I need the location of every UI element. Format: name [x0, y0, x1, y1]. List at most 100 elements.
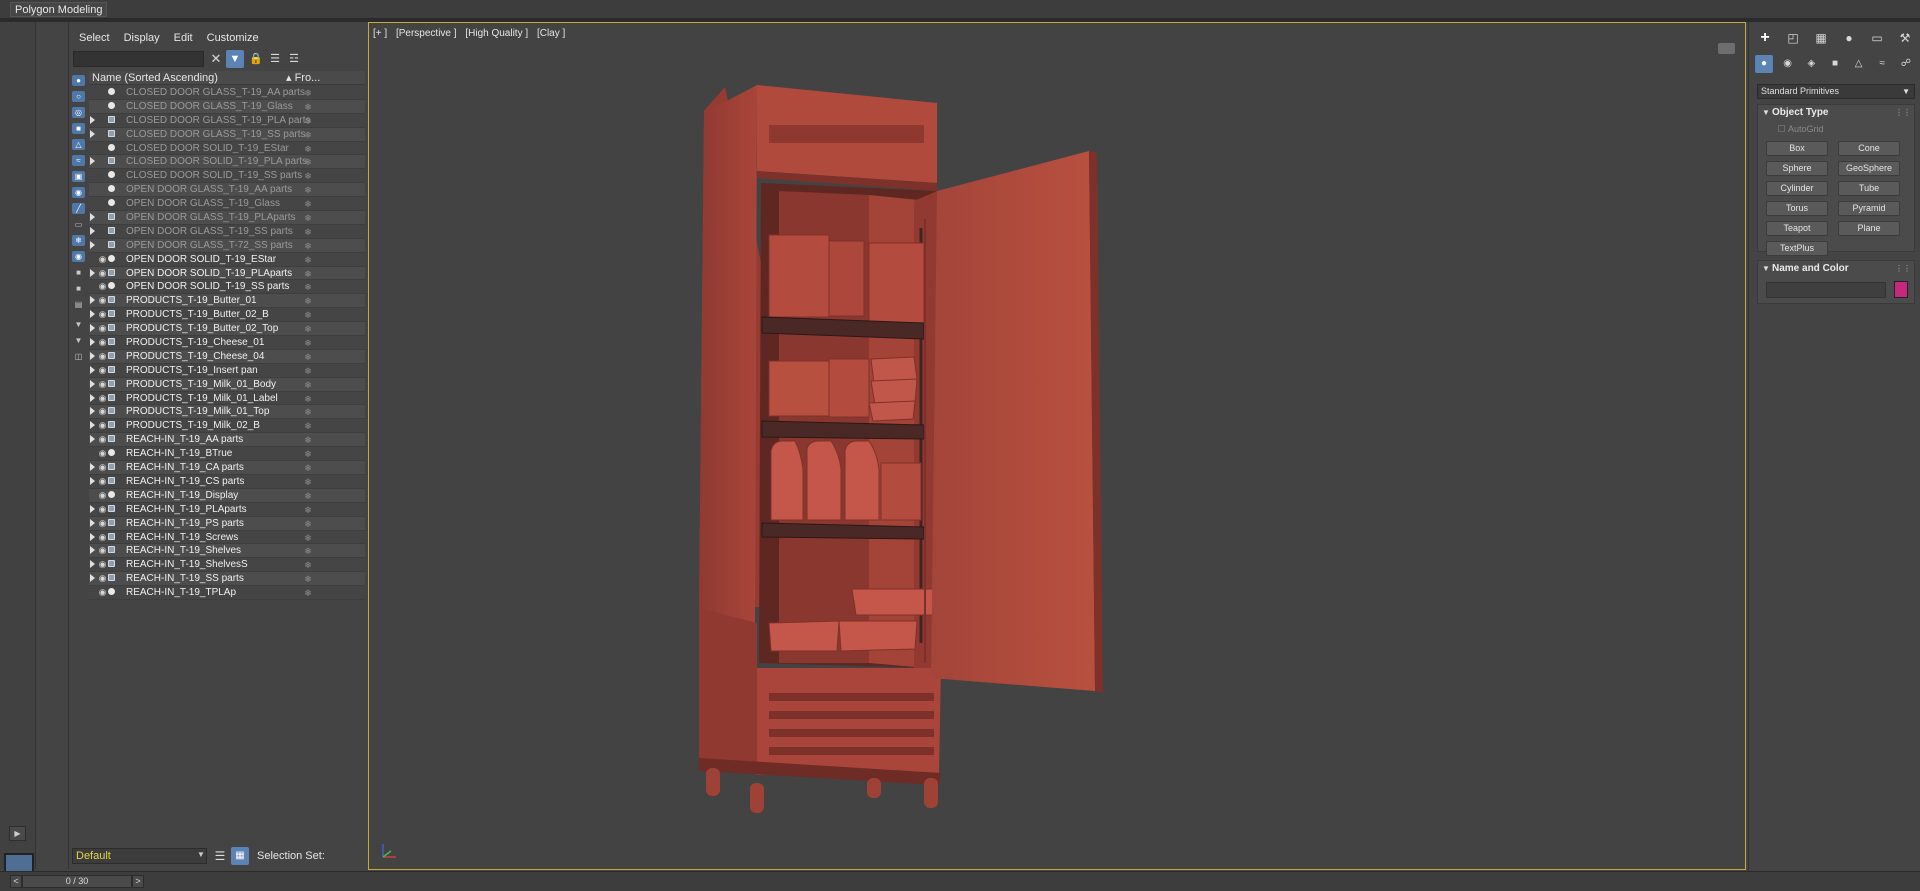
freeze-icon[interactable]: ❄ — [303, 308, 313, 322]
viewport-quality-label[interactable]: [High Quality ] — [465, 28, 528, 39]
freeze-icon[interactable]: ❄ — [303, 239, 313, 253]
box-button[interactable]: Box — [1766, 141, 1828, 156]
shapes-category-icon[interactable]: ◉ — [1779, 55, 1797, 73]
freeze-icon[interactable]: ❄ — [303, 447, 313, 461]
spacewarps-category-icon[interactable]: ≈ — [1873, 55, 1891, 73]
menu-display[interactable]: Display — [117, 30, 167, 46]
time-slider-track[interactable]: 0 / 30 — [22, 875, 132, 888]
scene-object-row[interactable]: CLOSED DOOR GLASS_T-19_SS parts ❄ — [89, 127, 365, 142]
freeze-icon[interactable]: ❄ — [303, 211, 313, 225]
freeze-icon[interactable]: ❄ — [303, 253, 313, 267]
chevron-down-icon[interactable]: ▼ — [197, 850, 205, 859]
expand-arrow-icon[interactable] — [90, 476, 95, 485]
expand-arrow-icon[interactable] — [90, 407, 95, 416]
menu-select[interactable]: Select — [69, 30, 117, 46]
expand-arrow-icon[interactable] — [90, 504, 95, 513]
name-and-color-header[interactable]: ▼ Name and Color ⋮⋮ — [1758, 261, 1914, 276]
helpers-category-icon[interactable]: △ — [1850, 55, 1868, 73]
perspective-viewport[interactable]: [+ ] [Perspective ] [High Quality ] [Cla… — [368, 22, 1746, 870]
expand-arrow-icon[interactable] — [90, 240, 95, 249]
expand-arrow-icon[interactable] — [90, 310, 95, 319]
scene-object-row[interactable]: CLOSED DOOR GLASS_T-19_PLA parts ❄ — [89, 113, 365, 128]
scene-object-row[interactable]: CLOSED DOOR SOLID_T-19_EStar ❄ — [89, 141, 365, 156]
menu-customize[interactable]: Customize — [200, 30, 266, 46]
eye-icon[interactable]: ◉ — [98, 546, 107, 555]
eye-icon[interactable]: ◉ — [98, 393, 107, 403]
object-name-field[interactable] — [1766, 282, 1886, 298]
expand-arrow-icon[interactable] — [90, 546, 95, 555]
eye-hidden-icon[interactable] — [98, 157, 107, 166]
eye-hidden-icon[interactable] — [98, 144, 107, 153]
eye-icon[interactable]: ◉ — [98, 379, 107, 389]
eye-icon[interactable]: ◉ — [98, 310, 107, 319]
search-input[interactable] — [73, 51, 204, 67]
geometry-filter-icon[interactable]: ● — [72, 75, 85, 86]
motion-tab-icon[interactable]: ● — [1839, 29, 1859, 47]
scene-object-row[interactable]: ◉ PRODUCTS_T-19_Milk_02_B ❄ — [89, 419, 365, 434]
freeze-icon[interactable]: ❄ — [303, 378, 313, 392]
freeze-icon[interactable]: ❄ — [303, 489, 313, 503]
layer-dropdown[interactable]: Default — [72, 848, 207, 864]
scene-object-row[interactable]: ◉ REACH-IN_T-19_Display ❄ — [89, 488, 365, 503]
scene-object-row[interactable]: ◉ PRODUCTS_T-19_Milk_01_Body ❄ — [89, 377, 365, 392]
scene-object-row[interactable]: CLOSED DOOR SOLID_T-19_PLA parts ❄ — [89, 155, 365, 170]
scene-object-row[interactable]: ◉ REACH-IN_T-19_PS parts ❄ — [89, 516, 365, 531]
scene-object-row[interactable]: OPEN DOOR GLASS_T-19_PLAparts ❄ — [89, 211, 365, 225]
spacewarps-filter-icon[interactable]: ≈ — [72, 155, 85, 166]
viewport-menu-plus[interactable]: [+ ] — [373, 28, 387, 39]
freeze-icon[interactable]: ❄ — [303, 280, 313, 294]
expand-arrow-icon[interactable] — [90, 560, 95, 569]
reach-in-fridge-model[interactable] — [369, 23, 1746, 870]
expand-arrow-icon[interactable] — [90, 421, 95, 430]
close-icon[interactable]: ✕ — [207, 50, 225, 68]
eye-icon[interactable]: ◉ — [98, 268, 107, 278]
freeze-icon[interactable]: ❄ — [303, 142, 313, 156]
filter-icon[interactable]: ▼ — [226, 50, 244, 68]
hierarchy-expand-icon[interactable]: ☲ — [285, 50, 303, 68]
scene-object-row[interactable]: ◉ REACH-IN_T-19_PLAparts ❄ — [89, 502, 365, 517]
scene-object-row[interactable]: CLOSED DOOR GLASS_T-19_Glass ❄ — [89, 99, 365, 114]
freeze-icon[interactable]: ❄ — [303, 183, 313, 197]
freeze-icon[interactable]: ❄ — [303, 350, 313, 364]
scene-object-row[interactable]: ◉ PRODUCTS_T-19_Cheese_01 ❄ — [89, 336, 365, 350]
hidden-filter-icon[interactable]: ◉ — [72, 251, 85, 262]
expand-arrow-icon[interactable] — [90, 129, 95, 138]
torus-button[interactable]: Torus — [1766, 201, 1828, 216]
scene-object-row[interactable]: ◉ REACH-IN_T-19_BTrue ❄ — [89, 447, 365, 462]
freeze-icon[interactable]: ❄ — [303, 128, 313, 142]
scene-object-row[interactable]: ◉ REACH-IN_T-19_Shelves ❄ — [89, 544, 365, 559]
display-options-icon[interactable]: ◫ — [72, 351, 85, 362]
eye-hidden-icon[interactable] — [98, 116, 107, 125]
lock-icon[interactable]: 🔒 — [247, 50, 265, 68]
eye-hidden-icon[interactable] — [98, 88, 107, 97]
freeze-icon[interactable]: ❄ — [303, 364, 313, 378]
play-icon[interactable]: ▶ — [9, 826, 26, 841]
expand-arrow-icon[interactable] — [90, 365, 95, 374]
expand-arrow-icon[interactable] — [90, 463, 95, 472]
freeze-icon[interactable]: ❄ — [303, 336, 313, 350]
cameras-category-icon[interactable]: ■ — [1826, 55, 1844, 73]
object-color-swatch[interactable] — [1894, 281, 1908, 298]
bones-filter-icon[interactable]: ╱ — [72, 203, 85, 214]
eye-icon[interactable]: ◉ — [98, 435, 107, 444]
hierarchy-icon[interactable]: ☰ — [266, 50, 284, 68]
helpers-filter-icon[interactable]: △ — [72, 139, 85, 150]
scene-object-row[interactable]: OPEN DOOR GLASS_T-19_SS parts ❄ — [89, 224, 365, 239]
modify-tab-icon[interactable]: ◰ — [1783, 29, 1803, 47]
freeze-icon[interactable]: ❄ — [303, 100, 313, 114]
pyramid-button[interactable]: Pyramid — [1838, 201, 1900, 216]
scene-object-row[interactable]: CLOSED DOOR SOLID_T-19_SS parts ❄ — [89, 169, 365, 184]
eye-icon[interactable]: ◉ — [98, 282, 107, 291]
plane-button[interactable]: Plane — [1838, 221, 1900, 236]
freeze-icon[interactable]: ❄ — [303, 155, 313, 169]
freeze-icon[interactable]: ❄ — [303, 433, 313, 447]
column-frozen-header[interactable]: ▴ Fro... — [286, 71, 320, 85]
eye-icon[interactable]: ◉ — [98, 560, 107, 569]
scene-object-row[interactable]: ◉ REACH-IN_T-19_ShelvesS ❄ — [89, 558, 365, 573]
geosphere-button[interactable]: GeoSphere — [1838, 161, 1900, 176]
scene-object-row[interactable]: ◉ PRODUCTS_T-19_Milk_01_Label ❄ — [89, 391, 365, 406]
geometry-category-icon[interactable]: ● — [1755, 55, 1773, 73]
tube-button[interactable]: Tube — [1838, 181, 1900, 196]
freeze-icon[interactable]: ❄ — [303, 419, 313, 433]
expand-arrow-icon[interactable] — [90, 296, 95, 305]
